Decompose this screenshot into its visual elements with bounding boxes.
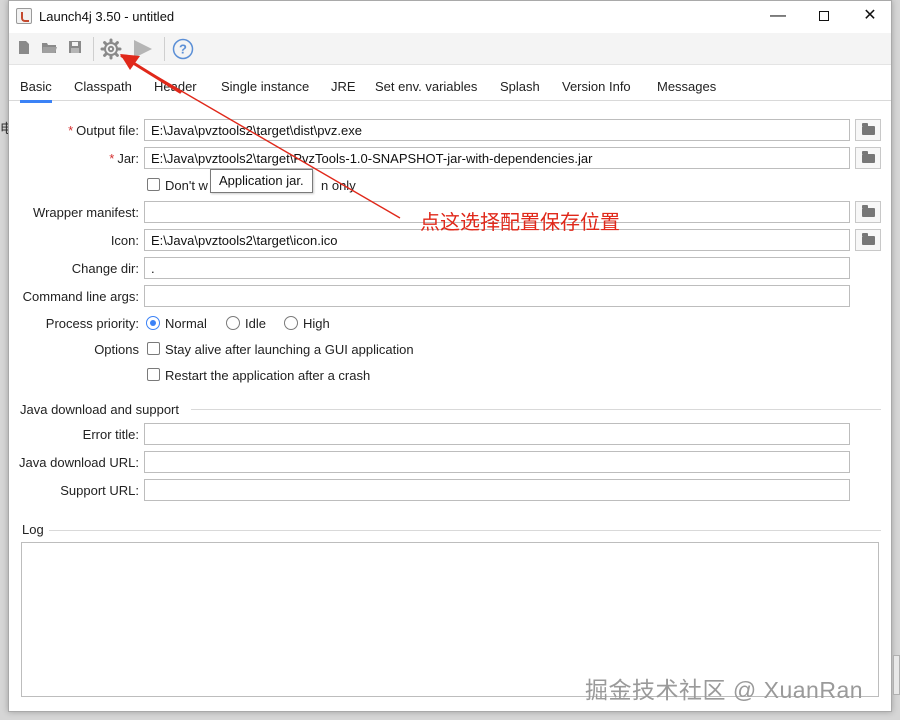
- stay-alive-checkbox[interactable]: [147, 342, 160, 355]
- save-button[interactable]: [68, 38, 82, 60]
- support-url-label: Support URL:: [60, 483, 139, 498]
- icon-browse-button[interactable]: [855, 229, 881, 251]
- priority-label: Process priority:: [45, 316, 139, 331]
- save-icon: [69, 41, 81, 53]
- output-file-field[interactable]: E:\Java\pvztools2\target\dist\pvz.exe: [144, 119, 850, 141]
- tab-version-info[interactable]: Version Info: [562, 79, 631, 94]
- folder-icon: [862, 151, 875, 163]
- close-icon: ✕: [863, 7, 877, 24]
- output-file-browse-button[interactable]: [855, 119, 881, 141]
- support-url-field[interactable]: [144, 479, 850, 501]
- dont-wrap-label-end: n only: [321, 178, 356, 193]
- jar-tooltip: Application jar.: [210, 169, 313, 193]
- maximize-icon: [819, 10, 829, 21]
- priority-idle-radio[interactable]: [226, 316, 240, 330]
- title-bar: Launch4j 3.50 - untitled — ✕: [9, 1, 891, 33]
- tab-jre[interactable]: JRE: [331, 79, 356, 94]
- new-file-icon: [19, 41, 29, 54]
- open-file-button[interactable]: [41, 38, 57, 60]
- icon-label: Icon:: [110, 233, 139, 248]
- section-divider: [191, 409, 881, 410]
- close-button[interactable]: ✕: [847, 1, 893, 33]
- cmd-args-field[interactable]: [144, 285, 850, 307]
- jar-field[interactable]: E:\Java\pvztools2\target\PvzTools-1.0-SN…: [144, 147, 850, 169]
- tab-basic[interactable]: Basic: [20, 79, 52, 103]
- folder-icon: [862, 123, 875, 135]
- options-label: Options: [94, 342, 139, 357]
- log-section-title: Log: [22, 522, 44, 537]
- toolbar-separator: [93, 37, 94, 61]
- priority-idle-label: Idle: [245, 316, 266, 331]
- launch4j-window: Launch4j 3.50 - untitled — ✕ ? Basic Cla…: [8, 0, 892, 712]
- priority-high-radio[interactable]: [284, 316, 298, 330]
- build-gear-icon: [100, 38, 122, 60]
- priority-high-label: High: [303, 316, 330, 331]
- maximize-button[interactable]: [801, 1, 847, 33]
- stay-alive-label: Stay alive after launching a GUI applica…: [165, 342, 414, 357]
- tab-messages[interactable]: Messages: [657, 79, 716, 94]
- priority-normal-radio[interactable]: [146, 316, 160, 330]
- toolbar: ?: [9, 33, 891, 65]
- run-button[interactable]: [132, 38, 154, 60]
- required-mark: *: [109, 151, 115, 166]
- new-file-button[interactable]: [18, 38, 30, 60]
- java-download-url-field[interactable]: [144, 451, 850, 473]
- tab-bar: Basic Classpath Header Single instance J…: [9, 65, 891, 103]
- toolbar-separator: [164, 37, 165, 61]
- wrapper-manifest-browse-button[interactable]: [855, 201, 881, 223]
- help-symbol: ?: [179, 42, 187, 57]
- tab-header[interactable]: Header: [154, 79, 197, 94]
- wrapper-manifest-label: Wrapper manifest:: [33, 205, 139, 220]
- error-title-label: Error title:: [82, 427, 139, 442]
- restart-checkbox[interactable]: [147, 368, 160, 381]
- open-folder-icon: [42, 43, 57, 53]
- run-icon: [134, 40, 152, 58]
- java-download-section-title: Java download and support: [20, 402, 180, 417]
- folder-icon: [862, 205, 875, 217]
- minimize-icon: —: [770, 7, 786, 24]
- required-mark: *: [68, 123, 74, 138]
- annotation-text: 点这选择配置保存位置: [420, 212, 620, 234]
- cmd-args-label: Command line args:: [22, 289, 139, 304]
- dont-wrap-checkbox[interactable]: [147, 178, 160, 191]
- java-download-url-label: Java download URL:: [19, 455, 139, 470]
- help-button[interactable]: ?: [172, 38, 194, 60]
- watermark: 掘金技术社区 @ XuanRan: [585, 677, 864, 703]
- background-scrollbar: [893, 655, 900, 695]
- change-dir-field[interactable]: .: [144, 257, 850, 279]
- jar-label: * Jar:: [109, 151, 139, 166]
- minimize-button[interactable]: —: [755, 1, 801, 33]
- section-divider: [49, 530, 881, 531]
- window-title: Launch4j 3.50 - untitled: [39, 9, 175, 24]
- tab-set-env-variables[interactable]: Set env. variables: [375, 79, 477, 94]
- restart-label: Restart the application after a crash: [165, 368, 371, 383]
- help-icon: ?: [172, 38, 194, 60]
- tab-classpath[interactable]: Classpath: [74, 79, 132, 94]
- priority-normal-label: Normal: [165, 316, 207, 331]
- java-app-icon: [16, 8, 32, 24]
- change-dir-label: Change dir:: [71, 261, 139, 276]
- error-title-field[interactable]: [144, 423, 850, 445]
- jar-browse-button[interactable]: [855, 147, 881, 169]
- tab-single-instance[interactable]: Single instance: [221, 79, 309, 94]
- output-file-label: * Output file:: [68, 123, 139, 138]
- folder-icon: [862, 233, 875, 245]
- tab-splash[interactable]: Splash: [500, 79, 540, 94]
- build-wrapper-button[interactable]: [99, 38, 123, 60]
- dont-wrap-label-start: Don't w: [165, 178, 208, 193]
